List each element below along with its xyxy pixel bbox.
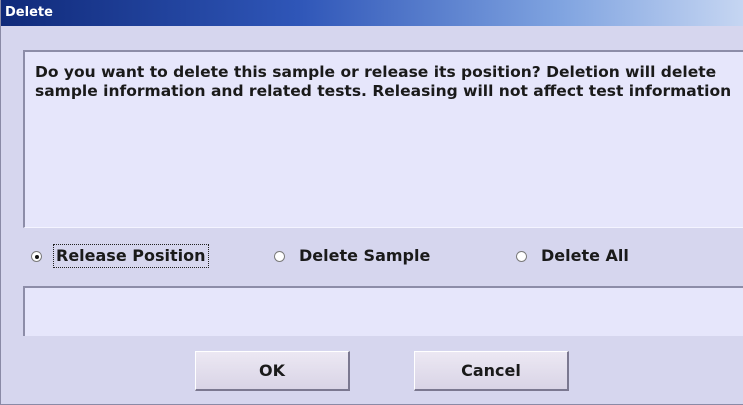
dialog-title: Delete (5, 5, 53, 20)
ok-button[interactable]: OK (195, 351, 350, 391)
option-delete-all[interactable]: Delete All (516, 243, 630, 269)
cancel-button[interactable]: Cancel (414, 351, 569, 391)
delete-dialog: Delete Do you want to delete this sample… (0, 0, 743, 405)
delete-options-group: Release Position Delete Sample Delete Al… (23, 243, 743, 269)
option-label: Delete All (541, 246, 629, 265)
option-delete-sample[interactable]: Delete Sample (274, 243, 431, 269)
option-label: Delete Sample (299, 246, 431, 265)
message-panel: Do you want to delete this sample or rel… (23, 50, 743, 228)
message-text: Do you want to delete this sample or rel… (35, 63, 732, 100)
radio-unchecked-icon[interactable] (274, 250, 285, 262)
radio-checked-icon[interactable] (31, 250, 42, 262)
title-bar[interactable]: Delete (1, 0, 743, 26)
status-panel (23, 286, 743, 336)
radio-unchecked-icon[interactable] (516, 250, 527, 262)
option-release-position[interactable]: Release Position (31, 243, 209, 269)
option-label: Release Position (53, 244, 209, 268)
